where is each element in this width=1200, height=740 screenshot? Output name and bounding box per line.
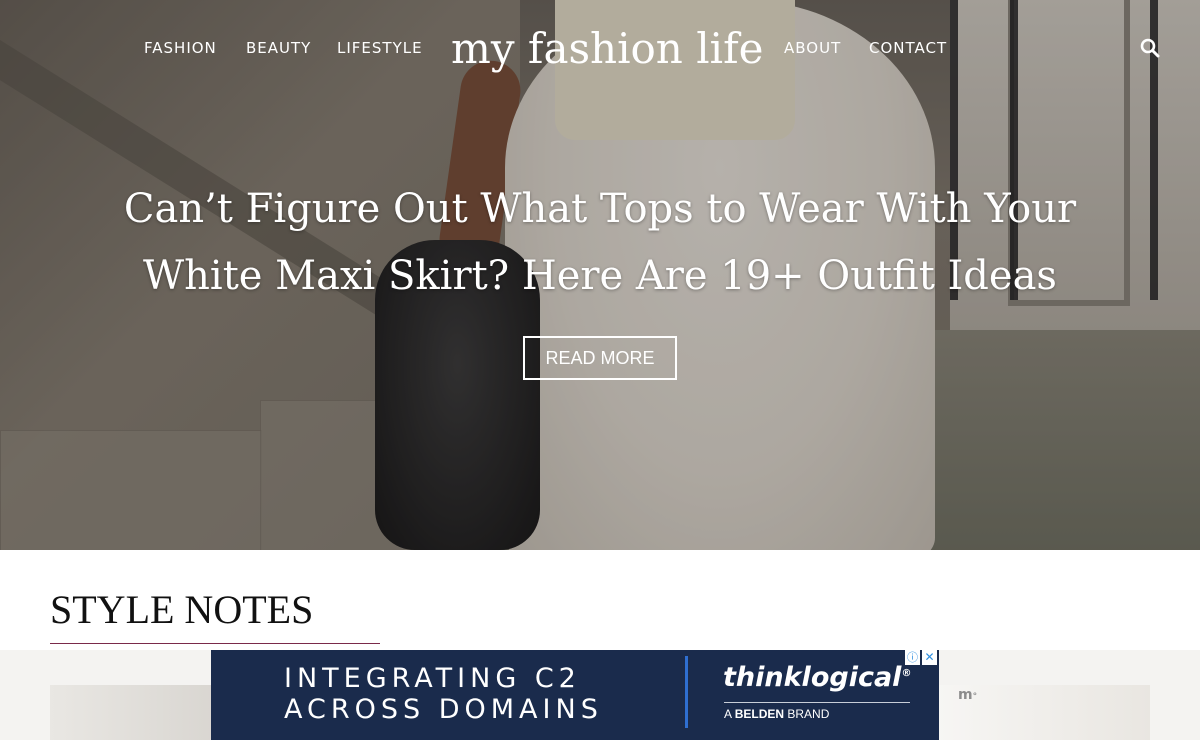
site-logo[interactable]: my fashion life <box>451 24 763 73</box>
search-icon[interactable] <box>1140 38 1160 58</box>
ad-brand-name: thinklogical <box>723 662 902 693</box>
ad-headline-line: INTEGRATING C2 <box>284 663 581 694</box>
post-thumbnail[interactable] <box>50 685 215 740</box>
hero-title-line: Can’t Figure Out What Tops to Wear With … <box>123 186 1077 232</box>
hero-title-line: White Maxi Skirt? Here Are 19+ Outfit Id… <box>143 253 1057 299</box>
ad-brand-logo: thinklogical® <box>723 662 911 693</box>
ad-brand-mark: ® <box>901 668 912 679</box>
ad-brand-rule <box>724 702 910 703</box>
section-divider <box>50 643 380 644</box>
hero-title[interactable]: Can’t Figure Out What Tops to Wear With … <box>100 176 1100 310</box>
nav-fashion[interactable]: FASHION <box>144 39 217 57</box>
nav-beauty[interactable]: BEAUTY <box>246 39 311 57</box>
ad-banner[interactable]: INTEGRATING C2 ACROSS DOMAINS thinklogic… <box>211 650 939 740</box>
ad-sub-suffix: BRAND <box>787 707 830 721</box>
nav-lifestyle[interactable]: LIFESTYLE <box>337 39 423 57</box>
ad-info-icon[interactable]: ⓘ <box>905 650 920 665</box>
read-more-button[interactable]: READ MORE <box>523 336 677 380</box>
ad-sub-brand: BELDEN <box>734 707 785 721</box>
ad-headline-line: ACROSS DOMAINS <box>284 694 603 725</box>
nav-contact[interactable]: CONTACT <box>869 39 947 57</box>
ad-divider <box>685 656 688 728</box>
section-title: STYLE NOTES <box>50 587 314 632</box>
ad-tray-icon[interactable]: m° <box>958 687 977 703</box>
ad-close-icon[interactable]: ✕ <box>922 650 937 665</box>
ad-subbrand: A BELDEN BRAND <box>724 707 829 721</box>
nav-about[interactable]: ABOUT <box>784 39 841 57</box>
ad-tray-badge: m <box>958 687 973 703</box>
ad-sub-prefix: A <box>724 707 732 721</box>
